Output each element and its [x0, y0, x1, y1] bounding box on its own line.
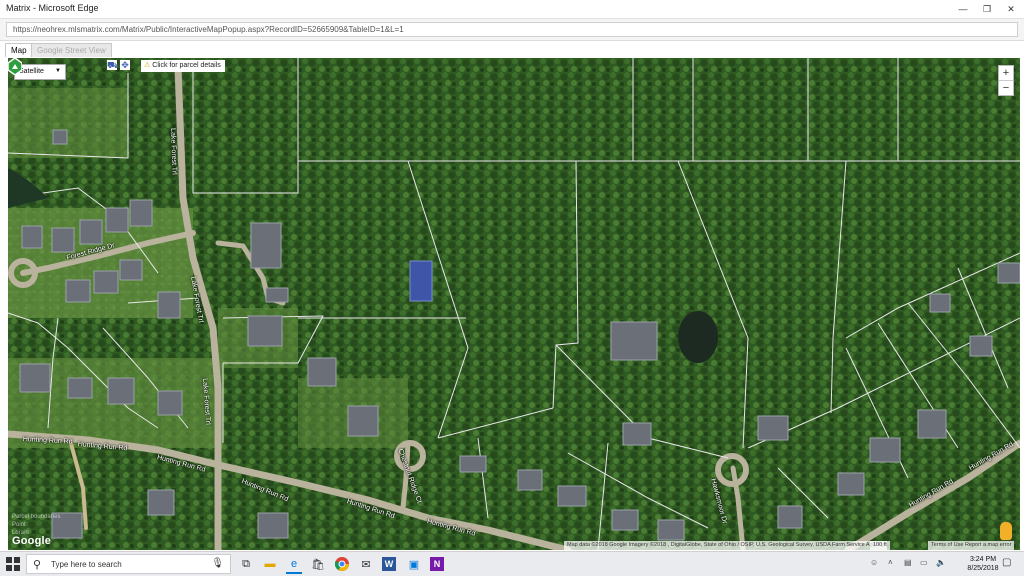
taskbar: ⚲ Type here to search 🎙 ⧉ ▬ e 🛍 ✉ W ▣ N …: [0, 551, 1024, 576]
clock-date: 8/25/2018: [967, 565, 999, 572]
map-tabs: Map Google Street View: [0, 41, 1024, 58]
battery-icon[interactable]: ▭: [920, 558, 928, 567]
action-center-icon[interactable]: ▢: [1002, 557, 1011, 568]
parcel-tool-icon[interactable]: ⛟: [107, 60, 118, 70]
window-title: Matrix - Microsoft Edge: [6, 3, 99, 13]
watermark-line: Parcel boundaries: [12, 514, 61, 520]
tennis-court: [409, 260, 433, 302]
watermark: Parcel boundaries Point Lorain: [12, 513, 60, 537]
map-attribution: Map data ©2018 Google Imagery ©2018 , Di…: [564, 541, 888, 550]
google-logo: Google: [12, 535, 52, 547]
zoom-out-button[interactable]: −: [999, 80, 1013, 95]
tab-street-view[interactable]: Google Street View: [31, 43, 112, 57]
report-link[interactable]: Report a map error: [965, 542, 1011, 548]
chevron-down-icon: ▼: [55, 68, 61, 74]
chrome-icon[interactable]: [334, 556, 350, 572]
file-explorer-icon[interactable]: ▬: [262, 556, 278, 572]
zoom-in-button[interactable]: +: [999, 66, 1013, 80]
tab-map[interactable]: Map: [5, 43, 33, 57]
search-placeholder: Type here to search: [51, 560, 122, 569]
parcel-hint-text: Click for parcel details: [152, 62, 221, 69]
pond: [678, 311, 718, 363]
taskbar-search[interactable]: ⚲ Type here to search 🎙: [26, 554, 231, 574]
restore-icon[interactable]: ❐: [976, 0, 998, 18]
locate-icon[interactable]: ✥: [120, 60, 130, 70]
volume-icon[interactable]: 🔈: [936, 558, 946, 567]
window-titlebar: Matrix - Microsoft Edge — ❐ ✕: [0, 0, 1024, 19]
people-icon[interactable]: ☺: [870, 558, 878, 567]
parcel-hint[interactable]: ⚠ Click for parcel details: [141, 60, 225, 72]
windows-start-icon[interactable]: [6, 557, 20, 571]
satellite-map[interactable]: Satellite ▼ ⛟ ✥ ⚠ Click for parcel detail…: [8, 58, 1020, 550]
zoom-control: + −: [998, 65, 1014, 96]
photos-icon[interactable]: ▣: [406, 556, 422, 572]
map-type-value: Satellite: [19, 68, 44, 75]
edge-icon[interactable]: e: [286, 556, 302, 574]
map-imagery: [8, 58, 1020, 550]
chevron-up-icon[interactable]: ˄: [888, 558, 893, 567]
clock-time: 3:24 PM: [969, 556, 997, 563]
store-icon[interactable]: 🛍: [310, 556, 326, 572]
search-icon: ⚲: [33, 559, 42, 571]
map-pin-icon[interactable]: [8, 58, 22, 75]
warning-icon: ⚠: [144, 62, 151, 69]
address-bar-container: https://neohrex.mlsmatrix.com/Matrix/Pub…: [0, 19, 1024, 41]
onenote-icon[interactable]: N: [430, 557, 444, 571]
pegman-icon[interactable]: [1000, 522, 1012, 540]
minimize-icon[interactable]: —: [952, 0, 974, 18]
close-icon[interactable]: ✕: [1000, 0, 1022, 18]
task-view-icon[interactable]: ⧉: [238, 556, 254, 572]
terms-link[interactable]: Terms of Use: [931, 542, 963, 548]
watermark-line: Point: [12, 522, 26, 528]
network-icon[interactable]: ▤: [904, 558, 912, 567]
map-scale[interactable]: 100 ft: [870, 541, 890, 550]
mail-icon[interactable]: ✉: [358, 556, 374, 572]
map-terms: Terms of Use Report a map error: [928, 541, 1015, 550]
address-bar[interactable]: https://neohrex.mlsmatrix.com/Matrix/Pub…: [6, 22, 1018, 37]
word-icon[interactable]: W: [382, 557, 396, 571]
microphone-icon[interactable]: 🎙: [211, 558, 224, 569]
taskbar-clock[interactable]: 3:24 PM 8/25/2018: [963, 555, 1003, 573]
